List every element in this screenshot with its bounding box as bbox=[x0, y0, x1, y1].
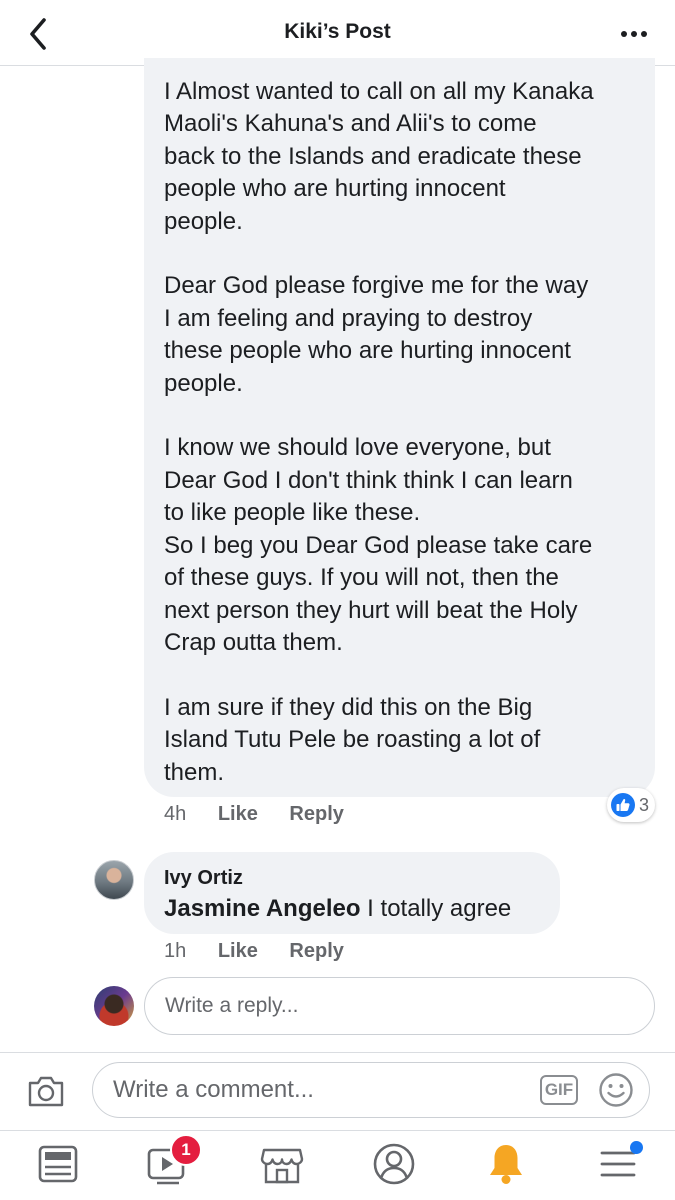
tab-news-feed[interactable] bbox=[34, 1140, 82, 1188]
reply-input-placeholder: Write a reply... bbox=[165, 994, 299, 1017]
tab-marketplace[interactable] bbox=[258, 1140, 306, 1188]
header: Kiki’s Post bbox=[0, 0, 675, 66]
reply-reply-button[interactable]: Reply bbox=[289, 940, 343, 962]
tab-notifications[interactable] bbox=[482, 1140, 530, 1188]
menu-new-indicator bbox=[630, 1141, 643, 1154]
comment-like-button[interactable]: Like bbox=[218, 803, 258, 825]
marketplace-shop-icon bbox=[260, 1148, 304, 1184]
more-options-button[interactable] bbox=[619, 22, 651, 46]
emoji-button[interactable] bbox=[598, 1072, 634, 1108]
news-feed-icon bbox=[38, 1145, 78, 1183]
post-page: Kiki’s Post I Almost wanted to call on a… bbox=[0, 0, 675, 1200]
comment-actions: 4h Like Reply bbox=[164, 803, 344, 826]
bell-icon bbox=[490, 1145, 522, 1184]
reply-message: I totally agree bbox=[360, 895, 512, 922]
gif-button[interactable]: GIF bbox=[540, 1075, 578, 1105]
profile-icon bbox=[373, 1143, 415, 1185]
reaction-count: 3 bbox=[639, 794, 650, 815]
avatar bbox=[94, 986, 134, 1026]
comment-text: I Almost wanted to call on all my Kanaka… bbox=[164, 78, 594, 786]
reply-like-button[interactable]: Like bbox=[218, 940, 258, 962]
notification-badge: 1 bbox=[170, 1134, 202, 1166]
page-title: Kiki’s Post bbox=[284, 20, 391, 43]
reply-text: Jasmine Angeleo I totally agree bbox=[164, 895, 511, 923]
comment-input-placeholder: Write a comment... bbox=[113, 1076, 314, 1103]
comment-timestamp: 4h bbox=[164, 803, 187, 825]
reply-author-name[interactable]: Ivy Ortiz bbox=[164, 867, 243, 890]
more-dots-icon bbox=[621, 31, 647, 37]
mentioned-user-link[interactable]: Jasmine Angeleo bbox=[164, 895, 361, 922]
reply-input[interactable]: Write a reply... bbox=[144, 977, 655, 1035]
comment-reply-button[interactable]: Reply bbox=[289, 803, 343, 825]
tab-bar bbox=[0, 1130, 675, 1200]
camera-button[interactable] bbox=[26, 1073, 66, 1109]
smiley-icon bbox=[599, 1073, 633, 1107]
avatar[interactable] bbox=[94, 860, 134, 900]
reply-actions: 1h Like Reply bbox=[164, 940, 344, 963]
reaction-count-badge[interactable]: 3 bbox=[607, 788, 656, 822]
tab-profile[interactable] bbox=[370, 1140, 418, 1188]
camera-icon bbox=[28, 1076, 64, 1107]
reply-timestamp: 1h bbox=[164, 940, 187, 962]
thumbs-up-icon bbox=[611, 793, 635, 817]
